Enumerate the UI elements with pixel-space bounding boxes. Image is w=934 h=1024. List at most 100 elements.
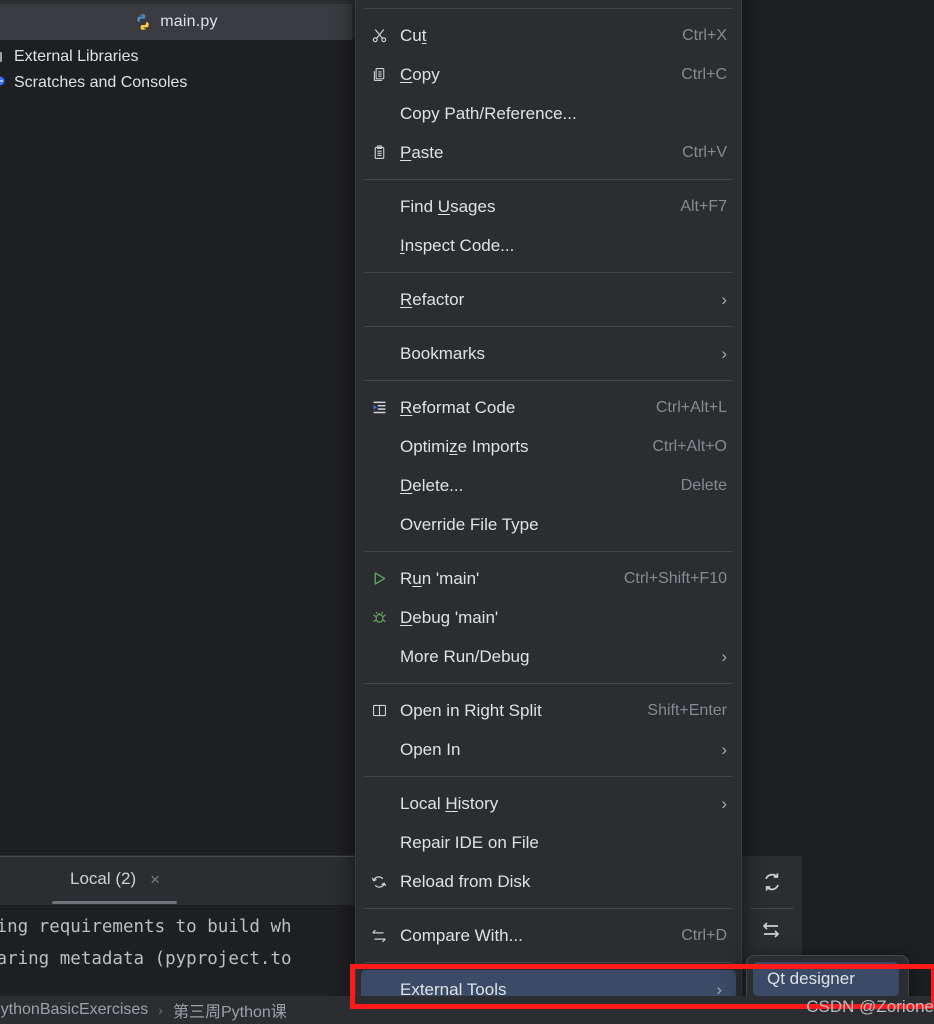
- menu-item-shortcut: Ctrl+V: [682, 143, 727, 161]
- menu-item-open-in-right-split[interactable]: Open in Right Split Shift+Enter: [356, 691, 741, 730]
- submenu-item-label: Qt designer: [767, 969, 855, 988]
- chevron-right-icon: ›: [721, 739, 727, 759]
- split-icon: [366, 701, 392, 721]
- menu-item-label: Open In: [400, 739, 461, 759]
- reload-icon: [366, 872, 392, 892]
- menu-item-label: Inspect Code...: [400, 235, 515, 255]
- menu-item-label: Run 'main': [400, 568, 480, 588]
- chevron-right-icon: ›: [721, 343, 727, 363]
- python-file-icon: [134, 13, 152, 31]
- menu-item-inspect-code[interactable]: Inspect Code...: [356, 226, 741, 265]
- copy-icon: [366, 65, 392, 85]
- soft-wrap-icon[interactable]: [760, 918, 784, 947]
- menu-item-refactor[interactable]: Refactor ›: [356, 280, 741, 319]
- menu-item-override-file-type[interactable]: Override File Type: [356, 505, 741, 544]
- menu-item-label: Repair IDE on File: [400, 832, 539, 852]
- terminal-tab-local-2[interactable]: Local (2) ×: [70, 869, 160, 889]
- toolbar-divider: [750, 908, 794, 909]
- menu-item-optimize-imports[interactable]: Optimize Imports Ctrl+Alt+O: [356, 427, 741, 466]
- menu-item-shortcut: Shift+Enter: [647, 701, 727, 719]
- menu-item-paste[interactable]: Paste Ctrl+V: [356, 133, 741, 172]
- no-icon: [366, 197, 392, 217]
- menu-item-label: Copy Path/Reference...: [400, 103, 577, 123]
- menu-item-label: Open in Right Split: [400, 700, 542, 720]
- tree-item-label: Scratches and Consoles: [14, 74, 188, 91]
- menu-separator: [364, 551, 733, 552]
- menu-item-label: Bookmarks: [400, 343, 486, 363]
- menu-item-debug-main[interactable]: Debug 'main': [356, 598, 741, 637]
- menu-item-shortcut: Ctrl+D: [681, 926, 727, 944]
- context-menu-top-clipped-item: [356, 0, 741, 1]
- rerun-icon[interactable]: [760, 870, 784, 899]
- menu-item-label: Reformat Code: [400, 397, 516, 417]
- menu-item-label: Copy: [400, 64, 440, 84]
- menu-separator: [364, 326, 733, 327]
- menu-separator: [364, 908, 733, 909]
- submenu-item-qt-designer[interactable]: Qt designer: [753, 962, 899, 996]
- menu-item-label: Reload from Disk: [400, 871, 531, 891]
- menu-item-cut[interactable]: Cut Ctrl+X: [356, 16, 741, 55]
- project-tree: External Libraries Scratches and Console…: [0, 44, 352, 96]
- no-icon: [366, 290, 392, 310]
- terminal-tab-label: Local (2): [70, 869, 137, 888]
- menu-item-shortcut: Ctrl+Alt+L: [655, 398, 727, 416]
- menu-item-copy[interactable]: Copy Ctrl+C: [356, 55, 741, 94]
- menu-item-label: Override File Type: [400, 514, 539, 534]
- menu-item-shortcut: Ctrl+Shift+F10: [623, 569, 727, 587]
- menu-item-label: Paste: [400, 142, 444, 162]
- menu-item-label: More Run/Debug: [400, 646, 530, 666]
- no-icon: [366, 437, 392, 457]
- editor-tab-main-py[interactable]: main.py: [0, 4, 352, 40]
- watermark: CSDN @Zorione: [806, 997, 934, 1016]
- close-icon[interactable]: ×: [150, 871, 160, 888]
- menu-separator: [364, 8, 733, 9]
- menu-item-bookmarks[interactable]: Bookmarks ›: [356, 334, 741, 373]
- chevron-right-icon: ›: [721, 289, 727, 309]
- menu-item-reload-from-disk[interactable]: Reload from Disk: [356, 862, 741, 901]
- menu-separator: [364, 962, 733, 963]
- menu-item-delete[interactable]: Delete... Delete: [356, 466, 741, 505]
- tree-item-external-libraries[interactable]: External Libraries: [0, 44, 352, 70]
- no-icon: [366, 344, 392, 364]
- ide-window: main.py External Libraries Scratches and…: [0, 0, 934, 1024]
- menu-item-repair-ide-on-file[interactable]: Repair IDE on File: [356, 823, 741, 862]
- scissors-icon: [366, 26, 392, 46]
- menu-item-open-in[interactable]: Open In ›: [356, 730, 741, 769]
- no-icon: [366, 476, 392, 496]
- context-menu: Cut Ctrl+X Copy Ctrl+C Copy Path/Referen…: [355, 0, 742, 1016]
- menu-item-shortcut: Delete: [680, 476, 727, 494]
- breadcrumb-item[interactable]: 第三周Python课: [173, 998, 287, 1022]
- menu-item-find-usages[interactable]: Find Usages Alt+F7: [356, 187, 741, 226]
- no-icon: [366, 515, 392, 535]
- no-icon: [366, 833, 392, 853]
- paste-icon: [366, 143, 392, 163]
- menu-separator: [364, 380, 733, 381]
- menu-item-label: Delete...: [400, 475, 464, 495]
- editor-tab-label: main.py: [160, 13, 218, 30]
- menu-item-label: Local History: [400, 793, 499, 813]
- no-icon: [366, 236, 392, 256]
- menu-item-reformat-code[interactable]: Reformat Code Ctrl+Alt+L: [356, 388, 741, 427]
- menu-item-more-run-debug[interactable]: More Run/Debug ›: [356, 637, 741, 676]
- breadcrumb: PythonBasicExercises › 第三周Python课: [0, 998, 287, 1022]
- chevron-right-icon: ›: [721, 646, 727, 666]
- scratches-icon: [0, 75, 8, 91]
- reformat-icon: [366, 398, 392, 418]
- menu-item-label: Find Usages: [400, 196, 496, 216]
- tree-item-label: External Libraries: [14, 48, 139, 65]
- menu-item-copy-path-reference[interactable]: Copy Path/Reference...: [356, 94, 741, 133]
- menu-item-label: Debug 'main': [400, 607, 499, 627]
- menu-item-compare-with[interactable]: Compare With... Ctrl+D: [356, 916, 741, 955]
- menu-item-run-main[interactable]: Run 'main' Ctrl+Shift+F10: [356, 559, 741, 598]
- menu-item-shortcut: Alt+F7: [680, 197, 727, 215]
- run-icon: [366, 569, 392, 589]
- terminal-tab-underline: [52, 901, 177, 904]
- menu-item-label: Compare With...: [400, 925, 523, 945]
- menu-item-local-history[interactable]: Local History ›: [356, 784, 741, 823]
- library-icon: [0, 49, 8, 65]
- menu-item-shortcut: Ctrl+C: [681, 65, 727, 83]
- menu-separator: [364, 179, 733, 180]
- compare-icon: [366, 926, 392, 946]
- breadcrumb-item[interactable]: PythonBasicExercises: [0, 1001, 148, 1019]
- tree-item-scratches-and-consoles[interactable]: Scratches and Consoles: [0, 70, 352, 96]
